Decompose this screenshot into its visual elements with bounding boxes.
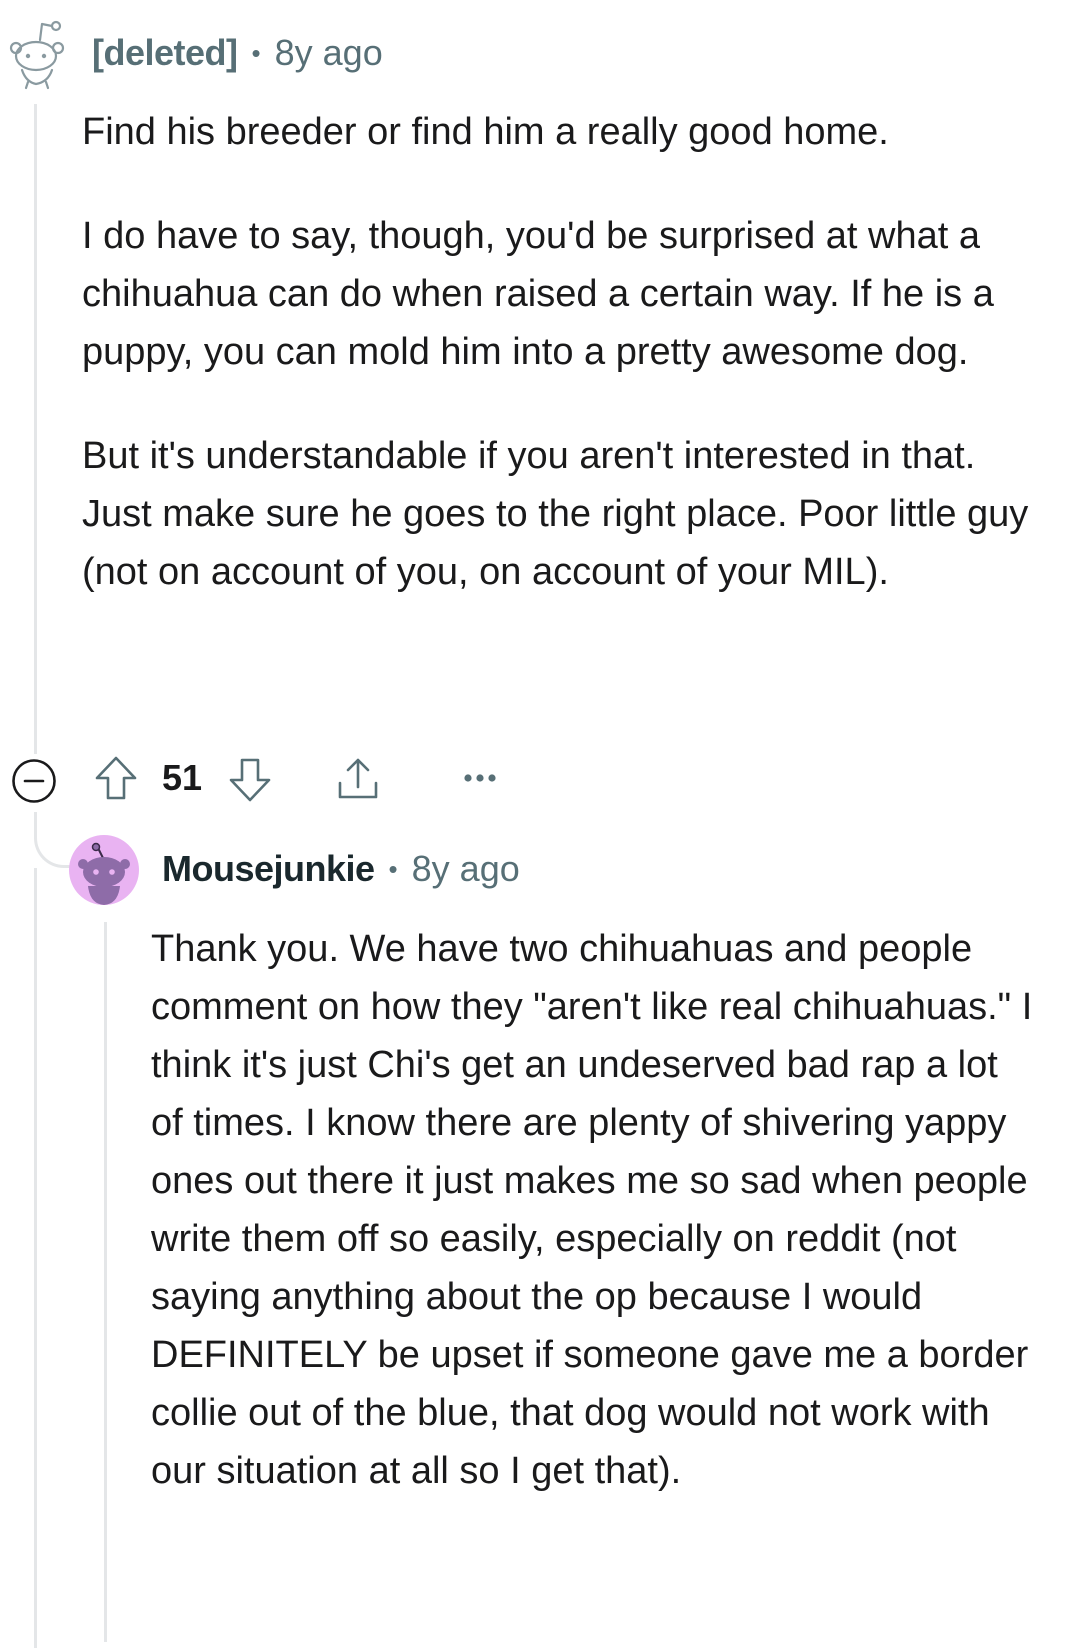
comment-body: Thank you. We have two chihuahuas and pe… <box>151 920 1036 1500</box>
comment-paragraph: Thank you. We have two chihuahuas and pe… <box>151 928 1033 1492</box>
comment-paragraph: Find his breeder or find him a really go… <box>82 111 889 153</box>
snoo-outline-icon[interactable] <box>6 18 68 90</box>
vote-score: 51 <box>162 757 203 798</box>
comment-paragraph: I do have to say, though, you'd be surpr… <box>82 215 994 373</box>
snoo-avatar-icon[interactable] <box>68 834 140 906</box>
collapse-minus-icon[interactable] <box>10 757 58 805</box>
thread-line[interactable] <box>34 104 37 754</box>
thread-line[interactable] <box>104 922 107 1642</box>
more-options-icon[interactable] <box>456 762 504 794</box>
meta-separator: • <box>388 853 398 884</box>
comment-timestamp: 8y ago <box>411 848 520 889</box>
author-name[interactable]: [deleted] <box>92 32 238 74</box>
share-icon[interactable] <box>334 754 382 804</box>
thread-connector <box>34 812 72 868</box>
comment-meta: [deleted] • 8y ago <box>92 28 383 78</box>
comment-timestamp: 8y ago <box>274 32 383 73</box>
comment-meta: Mousejunkie • 8y ago <box>162 844 520 894</box>
comment-paragraph: But it's understandable if you aren't in… <box>82 435 1029 593</box>
author-name[interactable]: Mousejunkie <box>162 848 375 890</box>
upvote-arrow-icon[interactable] <box>92 753 140 803</box>
comment-body: Find his breeder or find him a really go… <box>82 103 1032 601</box>
downvote-arrow-icon[interactable] <box>226 755 274 805</box>
meta-separator: • <box>251 37 261 68</box>
parent-thread-line[interactable] <box>34 868 37 1648</box>
